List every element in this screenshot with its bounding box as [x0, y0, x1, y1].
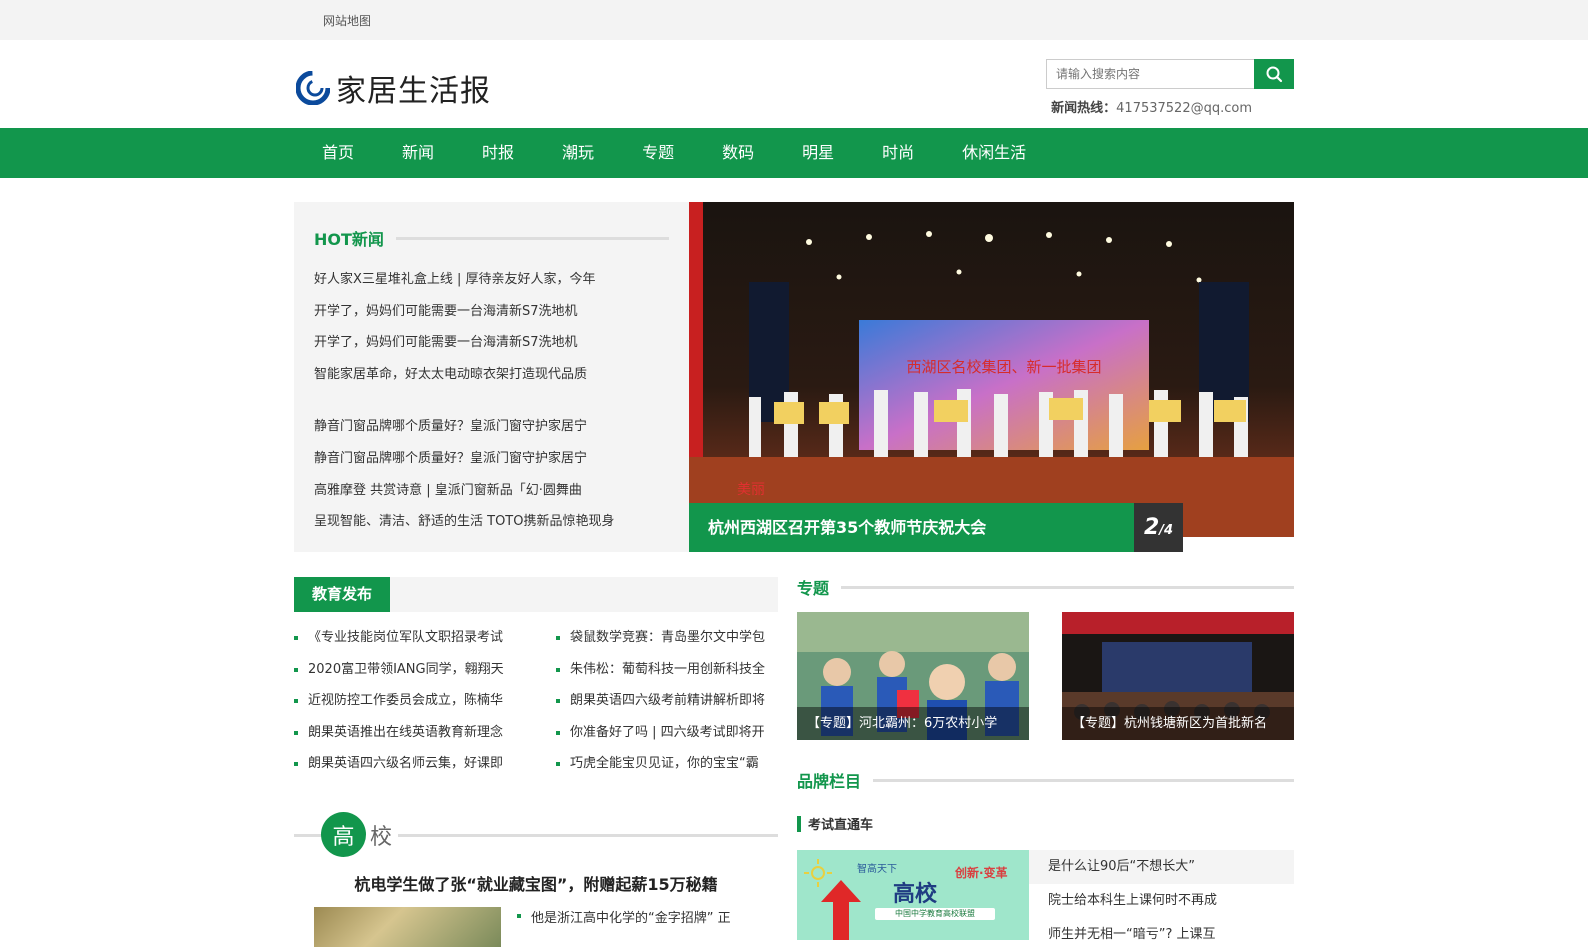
hot-news-header: HOT新闻 [314, 226, 669, 250]
headline-slider[interactable]: 西湖区名校集团、新一批集团 美丽 杭州西湖区召开第35个教师节庆祝大会 2/4 [689, 202, 1294, 552]
slide-photo[interactable]: 西湖区名校集团、新一批集团 美丽 [689, 202, 1294, 537]
main-nav: 首页 新闻 时报 潮玩 专题 数码 明星 时尚 休闲生活 [0, 128, 1588, 178]
nav-item-news[interactable]: 新闻 [378, 128, 458, 178]
nav-item-leisure[interactable]: 休闲生活 [938, 128, 1050, 178]
hot-news-item[interactable]: 高雅摩登 共赏诗意 | 皇派门窗新品「幻·圆舞曲 [314, 475, 669, 507]
slide-current: 2 [1143, 515, 1160, 540]
slide-corner-text: 美丽 [737, 482, 765, 498]
education-header: 教育发布 [294, 577, 778, 612]
nav-item-times[interactable]: 时报 [458, 128, 538, 178]
list-item[interactable]: 你准备好了吗 | 四六级考试即将开 [556, 717, 778, 749]
list-item[interactable]: 他是浙江高中化学的“金字招牌” 正 [517, 907, 731, 926]
slide-caption[interactable]: 杭州西湖区召开第35个教师节庆祝大会 [689, 503, 1134, 552]
slide-total: /4 [1159, 523, 1174, 538]
nav-item-digital[interactable]: 数码 [698, 128, 778, 178]
badge-circle: 高 [321, 812, 366, 857]
site-header: 家居生活报 新闻热线：417537522@qq.com [294, 40, 1294, 128]
ad-small-text: 智高天下 [857, 864, 897, 875]
badge-text: 校 [370, 824, 393, 850]
list-item[interactable]: 是什么让90后“不想长大” [1029, 850, 1294, 884]
brand-news-list: 是什么让90后“不想长大” 院士给本科生上课何时不再成 师生并无相一“暗亏”? … [1029, 850, 1294, 949]
list-item[interactable]: 朗果英语四六级名师云集，好课即 [294, 748, 516, 780]
university-list: 他是浙江高中化学的“金字招牌” 正 [517, 907, 731, 947]
ad-big-text: 高校 [893, 882, 938, 907]
nav-item-home[interactable]: 首页 [298, 128, 378, 178]
news-hotline: 新闻热线：417537522@qq.com [1051, 97, 1252, 116]
logo-swirl-icon [296, 71, 330, 105]
sitemap-link[interactable]: 网站地图 [323, 12, 371, 29]
ad-tag-text: 创新·变革 [955, 866, 1008, 880]
topic-card-caption[interactable]: 【专题】杭州钱塘新区为首批新名 [1062, 707, 1294, 740]
brand-subtitle[interactable]: 考试直通车 [808, 814, 873, 833]
list-gap [314, 390, 669, 411]
exam-ad-banner[interactable]: 智高天下 高校 创新·变革 中国中学教育高校联盟 [797, 850, 1029, 940]
list-item[interactable]: 师生并无相一“暗亏”? 上课互 [1029, 918, 1294, 949]
list-item[interactable]: 院士给本科生上课何时不再成 [1029, 884, 1294, 918]
education-list-left: 《专业技能岗位军队文职招录考试 2020富卫带领IANG同学，翱翔天 近视防控工… [294, 622, 516, 780]
university-badge: 高 校 [321, 812, 399, 857]
subheader-bar [797, 815, 801, 832]
education-title[interactable]: 教育发布 [294, 577, 391, 612]
nav-item-fashion[interactable]: 时尚 [858, 128, 938, 178]
nav-item-topics[interactable]: 专题 [618, 128, 698, 178]
site-name: 家居生活报 [336, 74, 491, 109]
list-item[interactable]: 2020富卫带领IANG同学，翱翔天 [294, 654, 516, 686]
hot-news-panel: HOT新闻 好人家X三星堆礼盒上线 | 厚待亲友好人家，今年 开学了，妈妈们可能… [294, 202, 689, 552]
hot-news-item[interactable]: 好人家X三星堆礼盒上线 | 厚待亲友好人家，今年 [314, 264, 669, 296]
site-logo[interactable]: 家居生活报 [296, 66, 491, 110]
topic-card-caption[interactable]: 【专题】河北霸州：6万农村小学 [797, 707, 1029, 740]
divider [395, 236, 669, 240]
nav-item-trends[interactable]: 潮玩 [538, 128, 618, 178]
list-item[interactable]: 近视防控工作委员会成立，陈楠华 [294, 685, 516, 717]
hot-news-list: 好人家X三星堆礼盒上线 | 厚待亲友好人家，今年 开学了，妈妈们可能需要一台海清… [314, 264, 669, 538]
hotline-value: 417537522@qq.com [1116, 101, 1252, 116]
list-item[interactable]: 巧虎全能宝贝见证，你的宝宝“霸 [556, 748, 778, 780]
university-headline[interactable]: 杭电学生做了张“就业藏宝图”，附赠起薪15万秘籍 [294, 871, 778, 895]
hot-news-title: HOT新闻 [314, 230, 384, 249]
list-item[interactable]: 《专业技能岗位军队文职招录考试 [294, 622, 516, 654]
topic-section: 专题 【专题】河北霸州：6万农村小学 【专题】杭州钱塘新区为首批新名 [797, 577, 1294, 740]
search-button[interactable] [1254, 59, 1294, 89]
search-input[interactable] [1046, 59, 1254, 89]
education-list-right: 袋鼠数学竞赛：青岛墨尔文中学包 朱伟松：葡萄科技一用创新科技全 朗果英语四六级考… [556, 622, 778, 780]
main-content: HOT新闻 好人家X三星堆礼盒上线 | 厚待亲友好人家，今年 开学了，妈妈们可能… [294, 202, 1294, 949]
brand-title[interactable]: 品牌栏目 [797, 768, 861, 792]
hot-news-item[interactable]: 智能家居革命，好太太电动晾衣架打造现代品质 [314, 359, 669, 391]
slide-pager: 2/4 [1134, 503, 1183, 552]
hotline-label: 新闻热线： [1051, 101, 1117, 116]
arrow-up-icon [821, 880, 861, 940]
brand-section: 品牌栏目 考试直通车 智高天下 高校 创新·变革 中国中学教育高校联盟 是什么让… [797, 770, 1294, 949]
divider [873, 778, 1294, 782]
screen-text: 西湖区名校集团、新一批集团 [906, 358, 1101, 376]
topic-header: 专题 [797, 575, 1294, 599]
ad-strip-text: 中国中学教育高校联盟 [875, 908, 995, 920]
university-thumbnail[interactable] [314, 907, 501, 947]
topic-title[interactable]: 专题 [797, 575, 829, 599]
brand-header: 品牌栏目 [797, 768, 1294, 792]
hot-news-item[interactable]: 开学了，妈妈们可能需要一台海清新S7洗地机 [314, 296, 669, 328]
list-item[interactable]: 朱伟松：葡萄科技一用创新科技全 [556, 654, 778, 686]
hot-news-item[interactable]: 呈现智能、清洁、舒适的生活 TOTO携新品惊艳现身 [314, 506, 669, 538]
hot-news-item[interactable]: 静音门窗品牌哪个质量好？皇派门窗守护家居宁 [314, 411, 669, 443]
list-item[interactable]: 朗果英语推出在线英语教育新理念 [294, 717, 516, 749]
university-section: 高 校 杭电学生做了张“就业藏宝图”，附赠起薪15万秘籍 他是浙江高中化学的“金… [294, 812, 778, 947]
university-header: 高 校 [294, 812, 778, 858]
topic-card[interactable]: 【专题】河北霸州：6万农村小学 [797, 612, 1029, 740]
list-item[interactable]: 朗果英语四六级考前精讲解析即将 [556, 685, 778, 717]
hot-news-item[interactable]: 开学了，妈妈们可能需要一台海清新S7洗地机 [314, 327, 669, 359]
search-icon [1266, 66, 1283, 83]
education-section: 教育发布 《专业技能岗位军队文职招录考试 2020富卫带领IANG同学，翱翔天 … [294, 577, 778, 780]
list-item[interactable]: 袋鼠数学竞赛：青岛墨尔文中学包 [556, 622, 778, 654]
top-bar: 网站地图 [0, 0, 1588, 40]
hot-news-item[interactable]: 静音门窗品牌哪个质量好？皇派门窗守护家居宁 [314, 443, 669, 475]
divider [841, 585, 1294, 589]
search-box [1046, 59, 1294, 89]
topic-card[interactable]: 【专题】杭州钱塘新区为首批新名 [1062, 612, 1294, 740]
brand-subheader: 考试直通车 [797, 814, 1294, 833]
nav-item-stars[interactable]: 明星 [778, 128, 858, 178]
